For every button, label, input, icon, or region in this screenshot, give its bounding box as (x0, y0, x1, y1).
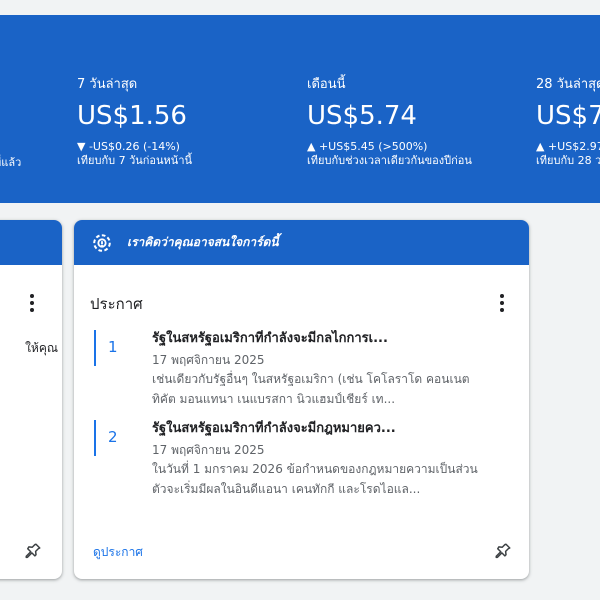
card-header-title: เราคิดว่าคุณอาจสนใจการ์ดนี้ (127, 235, 279, 249)
item-marker (94, 420, 96, 456)
item-description: ทิคัต มอนแทนา เนแบรสกา นิวแฮมป์เชียร์ เท… (152, 392, 396, 406)
more-vert-icon[interactable] (30, 294, 34, 312)
card-title: ประกาศ (90, 295, 143, 313)
stat-value: US$1.56 (77, 101, 187, 131)
item-description: ในวันที่ 1 มกราคม 2026 ข้อกำหนดของกฎหมาย… (152, 462, 478, 476)
pin-icon[interactable] (494, 542, 512, 560)
item-description: ตัวจะเริ่มมีผลในอินดีแอนา เคนทักกี และโร… (152, 482, 421, 496)
earnings-banner: ที่แล้ว 7 วันล่าสุด US$1.56 ▼ -US$0.26 (… (0, 15, 600, 203)
stat-value: US$5.74 (307, 101, 417, 131)
stat-change: ▲ +US$5.45 (>500%) (307, 140, 428, 153)
card-header: เราคิดว่าคุณอาจสนใจการ์ดนี้ (74, 220, 529, 265)
item-date: 17 พฤศจิกายน 2025 (152, 443, 265, 457)
lightbulb-icon (93, 233, 111, 252)
stat-period: เดือนนี้ (307, 77, 346, 92)
item-description: เช่นเดียวกับรัฐอื่นๆ ในสหรัฐอเมริกา (เช่… (152, 372, 470, 386)
item-title: รัฐในสหรัฐอเมริกาที่กำลังจะมีกฎหมายคว... (152, 421, 396, 436)
stat-compare: เทียบกับ 28 ว (536, 154, 600, 167)
pin-icon[interactable] (24, 542, 42, 560)
partial-card: ให้คุณ (0, 220, 62, 579)
item-title: รัฐในสหรัฐอเมริกาที่กำลังจะมีกลไกการเ... (152, 331, 388, 346)
stat-period: 28 วันล่าสุด (536, 77, 600, 92)
card-text-partial: ให้คุณ (25, 341, 58, 355)
item-number: 2 (108, 428, 118, 446)
stat-compare: เทียบกับช่วงเวลาเดียวกันของปีก่อน (307, 154, 472, 167)
stat-change: ▼ -US$0.26 (-14%) (77, 140, 180, 153)
stat-change: ▲ +US$2.97 (536, 140, 600, 153)
stat-compare-partial: ที่แล้ว (0, 156, 22, 169)
stat-last-7-days[interactable]: 7 วันล่าสุด US$1.56 ▼ -US$0.26 (-14%) เท… (77, 77, 192, 168)
more-vert-icon[interactable] (500, 294, 504, 312)
item-marker (94, 330, 96, 366)
item-number: 1 (108, 338, 118, 356)
stat-this-month[interactable]: เดือนนี้ US$5.74 ▲ +US$5.45 (>500%) เทีย… (307, 77, 472, 168)
view-announcements-link[interactable]: ดูประกาศ (93, 543, 143, 562)
stat-last-28-days[interactable]: 28 วันล่าสุด US$7. ▲ +US$2.97 เทียบกับ 2… (536, 77, 600, 168)
stat-value: US$7. (536, 101, 600, 131)
stat-compare: เทียบกับ 7 วันก่อนหน้านี้ (77, 154, 193, 167)
stat-period: 7 วันล่าสุด (77, 77, 138, 92)
item-date: 17 พฤศจิกายน 2025 (152, 353, 265, 367)
announcements-card: เราคิดว่าคุณอาจสนใจการ์ดนี้ ประกาศ 1 รัฐ… (74, 220, 529, 579)
card-header (0, 220, 62, 265)
